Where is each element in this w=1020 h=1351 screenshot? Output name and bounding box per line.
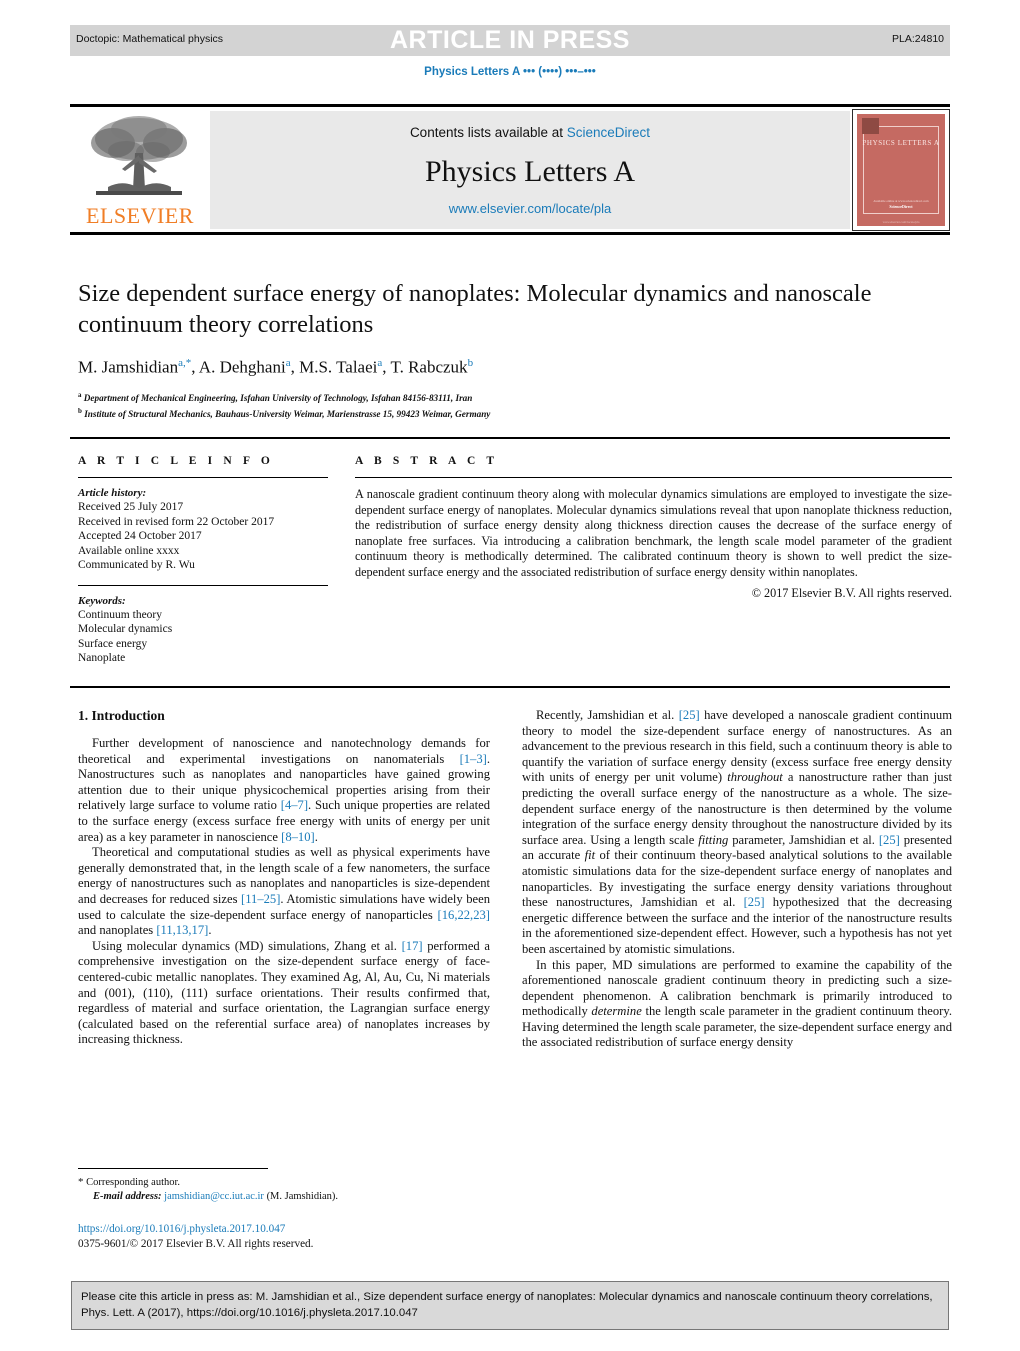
body-paragraph: Recently, Jamshidian et al. [25] have de… (522, 708, 953, 956)
article-info-heading: A R T I C L E I N F O (78, 455, 274, 467)
title-block: Size dependent surface energy of nanopla… (78, 278, 952, 421)
history-item: Accepted 24 October 2017 (78, 530, 202, 542)
keywords-label: Keywords: (78, 594, 126, 607)
cover-art: PHYSICS LETTERS A Available online at ww… (857, 114, 945, 226)
page-title: Size dependent surface energy of nanopla… (78, 280, 872, 338)
article-id-label: PLA:24810 (892, 33, 944, 45)
article-history-list: Received 25 July 2017 Received in revise… (78, 500, 328, 573)
cover-foot-line-1: Available online at www.sciencedirect.co… (873, 199, 929, 203)
abstract-heading: A B S T R A C T (355, 455, 499, 467)
doi-block: https://doi.org/10.1016/j.physleta.2017.… (78, 1222, 498, 1251)
journal-homepage-link[interactable]: www.elsevier.com/locate/pla (210, 201, 850, 216)
body-paragraph: Theoretical and computational studies as… (78, 845, 490, 938)
elsevier-logo: ELSEVIER (78, 109, 200, 231)
article-info-divider (78, 477, 328, 478)
affiliations: a Department of Mechanical Engineering, … (78, 389, 952, 421)
author-list: M. Jamshidiana,*, A. Dehghania, M.S. Tal… (78, 357, 474, 377)
info-section-bottom-rule (70, 686, 950, 688)
cover-foot-line-2: ScienceDirect (889, 204, 913, 209)
asterisk-icon: * (78, 1176, 84, 1188)
elsevier-tree-icon (91, 116, 187, 195)
keyword-item: Molecular dynamics (78, 623, 173, 635)
sciencedirect-link[interactable]: ScienceDirect (567, 125, 650, 140)
abstract-column: A B S T R A C T A nanoscale gradient con… (355, 455, 952, 601)
history-item: Communicated by R. Wu (78, 559, 195, 571)
body-paragraph: Using molecular dynamics (MD) simulation… (78, 938, 490, 1047)
keywords-divider (78, 584, 328, 586)
keywords-list: Continuum theory Molecular dynamics Surf… (78, 608, 328, 666)
footnote-block: * Corresponding author. E-mail address: … (78, 1176, 498, 1203)
doi-link[interactable]: https://doi.org/10.1016/j.physleta.2017.… (78, 1223, 285, 1235)
body-paragraph: In this paper, MD simulations are perfor… (522, 957, 952, 1050)
corresponding-author-text: Corresponding author. (86, 1177, 181, 1188)
body-left-column: 1. Introduction Further development of n… (78, 708, 490, 1048)
contents-available-line: Contents lists available at ScienceDirec… (210, 125, 850, 140)
cite-line-1: Please cite this article in press as: M.… (81, 1291, 933, 1303)
article-history-label: Article history: (78, 487, 147, 499)
email-link[interactable]: jamshidian@cc.iut.ac.ir (164, 1191, 264, 1202)
keyword-item: Continuum theory (78, 608, 163, 621)
body-right-column: Recently, Jamshidian et al. [25] have de… (522, 708, 952, 1051)
cite-line-2: Phys. Lett. A (2017), https://doi.org/10… (81, 1307, 418, 1319)
abstract-text: A nanoscale gradient continuum theory al… (355, 487, 952, 579)
please-cite-box: Please cite this article in press as: M.… (71, 1281, 949, 1330)
cover-badge-icon (862, 118, 879, 134)
history-item: Available online xxxx (78, 544, 180, 557)
email-line: E-mail address: jamshidian@cc.iut.ac.ir … (78, 1190, 498, 1204)
keyword-item: Nanoplate (78, 652, 126, 664)
paper-page: ARTICLE IN PRESS Doctopic: Mathematical … (0, 0, 1020, 1351)
elsevier-wordmark: ELSEVIER (86, 203, 194, 228)
keyword-item: Surface energy (78, 637, 148, 650)
affiliation-a-text: Department of Mechanical Engineering, Is… (83, 392, 473, 403)
abstract-copyright: © 2017 Elsevier B.V. All rights reserved… (751, 585, 952, 600)
affiliation-a: a Department of Mechanical Engineering, … (78, 390, 473, 403)
history-item: Received 25 July 2017 (78, 501, 184, 513)
email-label: E-mail address: (93, 1190, 162, 1202)
body-paragraph: Further development of nanoscience and n… (78, 736, 491, 844)
email-owner: (M. Jamshidian). (266, 1190, 339, 1202)
masthead-bottom-rule (70, 232, 950, 235)
journal-title: Physics Letters A (425, 155, 635, 188)
abstract-divider (355, 477, 952, 478)
cover-foot-line-3: www.elsevier.com/locate/pla (882, 220, 920, 224)
history-item: Received in revised form 22 October 2017 (78, 515, 275, 528)
issn-copyright-line: 0375-9601/© 2017 Elsevier B.V. All right… (78, 1237, 314, 1250)
affiliation-b: b Institute of Structural Mechanics, Bau… (78, 406, 491, 419)
corresponding-author-line: * Corresponding author. (78, 1176, 498, 1190)
masthead: ELSEVIER Contents lists available at Sci… (70, 107, 950, 232)
cover-title: PHYSICS LETTERS A (862, 139, 940, 147)
article-info-column: A R T I C L E I N F O Article history: R… (78, 455, 328, 666)
affiliation-b-text: Institute of Structural Mechanics, Bauha… (84, 408, 491, 419)
journal-reference-line: Physics Letters A ••• (••••) •••–••• (424, 66, 596, 78)
footnote-rule (78, 1168, 268, 1169)
doctopic-label: Doctopic: Mathematical physics (76, 33, 224, 45)
masthead-center-panel: Contents lists available at ScienceDirec… (210, 111, 850, 229)
journal-cover-thumbnail[interactable]: PHYSICS LETTERS A Available online at ww… (852, 109, 950, 231)
info-section-top-rule (70, 437, 950, 439)
contents-prefix: Contents lists available at (409, 125, 567, 140)
section-title-introduction: 1. Introduction (78, 708, 165, 723)
